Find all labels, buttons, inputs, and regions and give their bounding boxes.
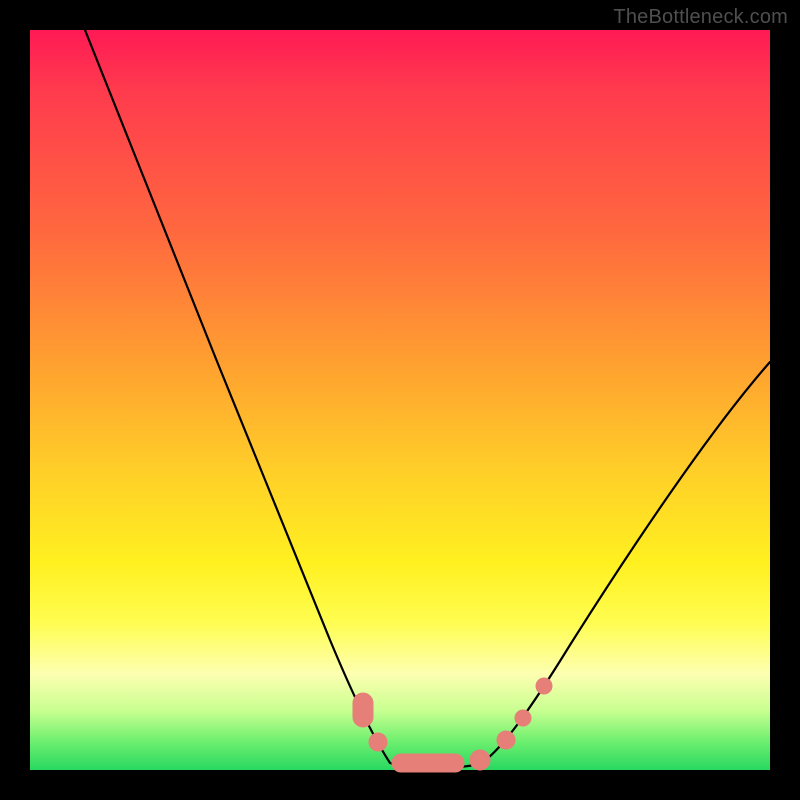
plot-area	[30, 30, 770, 770]
bead-2	[369, 733, 387, 751]
bead-5	[497, 731, 515, 749]
bead-3	[392, 754, 464, 772]
bottleneck-curve	[30, 30, 770, 770]
bead-4	[470, 750, 490, 770]
chart-frame: TheBottleneck.com	[0, 0, 800, 800]
bead-1	[353, 693, 373, 727]
markers	[353, 678, 552, 772]
bead-7	[536, 678, 552, 694]
bead-6	[515, 710, 531, 726]
attribution-text: TheBottleneck.com	[613, 6, 788, 29]
curve-path	[85, 30, 770, 768]
